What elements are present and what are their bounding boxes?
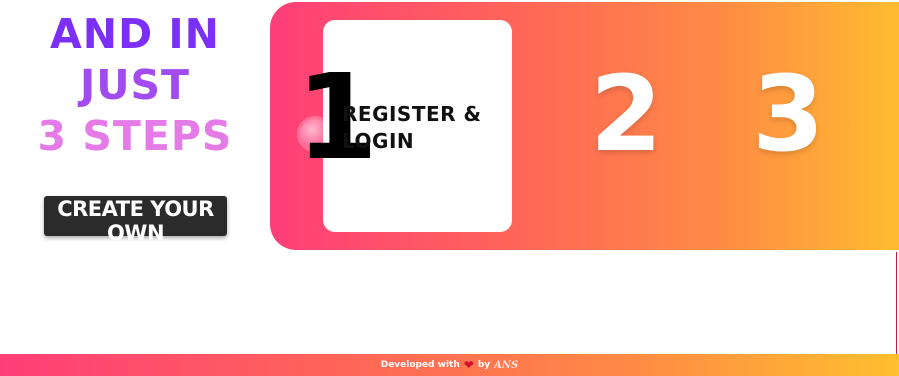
- hero-heading: AND IN JUST 3 STEPS: [30, 14, 240, 157]
- step-number-2[interactable]: 2: [590, 62, 662, 166]
- developer-signature[interactable]: ANS: [494, 360, 518, 371]
- footer: Developed with ❤ by ANS: [0, 354, 899, 376]
- create-your-own-button[interactable]: CREATE YOUR OWN: [44, 196, 227, 245]
- hero-line-3: 3 STEPS: [37, 112, 233, 160]
- step-title-1: REGISTER & LOGIN: [342, 102, 482, 153]
- footer-by: by: [477, 360, 491, 370]
- hero-line-1: AND IN: [50, 10, 220, 58]
- step-number-3[interactable]: 3: [752, 62, 824, 166]
- hero-line-2: JUST: [79, 61, 191, 109]
- panel-edge-line: [896, 252, 897, 354]
- footer-prefix: Developed with: [380, 360, 460, 370]
- heart-icon: ❤: [463, 358, 474, 372]
